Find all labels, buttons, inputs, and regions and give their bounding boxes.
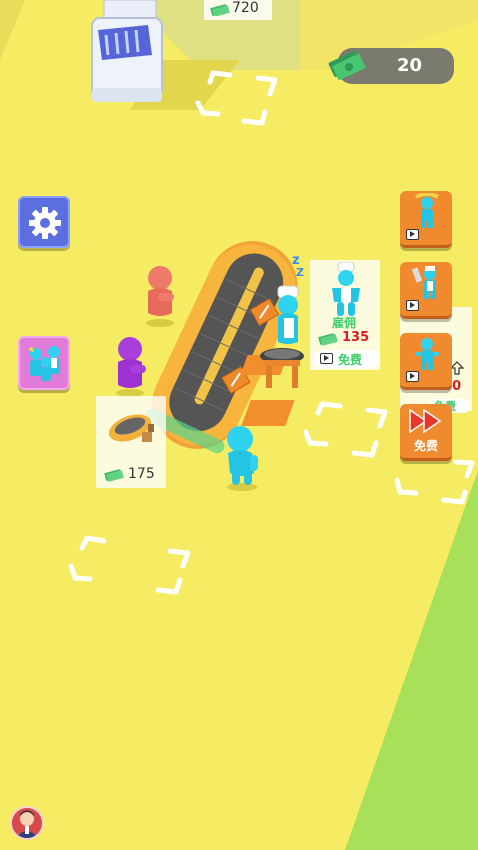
hire-free-button[interactable]: 免费 <box>314 350 380 368</box>
player-character <box>227 426 258 491</box>
conveyor-preview-icon <box>108 414 154 442</box>
hire-label: 雇佣 <box>332 316 357 330</box>
customer-red <box>146 266 174 327</box>
chef-station: z Z <box>260 253 304 388</box>
hire-waiter-button[interactable] <box>400 333 452 390</box>
video-ad-icon <box>320 353 333 364</box>
chef-icon <box>332 262 360 316</box>
cash-icon <box>210 4 230 16</box>
settings-button[interactable] <box>18 196 70 248</box>
user-avatar-icon <box>16 810 38 838</box>
speed-up-button[interactable]: 免费 <box>400 404 452 461</box>
customer-purple <box>116 337 146 397</box>
cash-amount: 20 <box>396 55 422 76</box>
hire-cook-button[interactable] <box>400 262 452 319</box>
hire-free-label: 免费 <box>338 353 363 367</box>
speed-up-label: 免费 <box>414 439 439 453</box>
team-button[interactable] <box>18 336 70 390</box>
cash-icon <box>318 333 338 346</box>
worker-icon <box>415 193 439 228</box>
machine-price: 720 <box>232 0 259 16</box>
build-station-price: 175 <box>128 466 155 482</box>
gear-icon <box>29 207 61 239</box>
cash-icon <box>328 51 366 80</box>
svg-text:Z: Z <box>296 266 304 279</box>
arrow-up-icon <box>450 361 464 375</box>
fast-forward-icon <box>409 408 442 434</box>
cash-icon <box>104 469 124 482</box>
video-ad-icon <box>406 371 419 382</box>
hire-worker-card[interactable]: 雇佣 135 免费 <box>310 260 380 370</box>
video-ad-icon <box>406 300 419 311</box>
machine-price-tag: 720 <box>204 0 272 20</box>
build-station-card[interactable]: 175 <box>96 396 166 488</box>
team-icon <box>28 346 60 381</box>
video-ad-icon <box>406 229 419 240</box>
waiter-icon <box>415 338 439 370</box>
hire-price: 135 <box>342 330 370 345</box>
machine-station[interactable] <box>88 0 178 110</box>
cook-icon <box>411 266 436 299</box>
hire-cleaner-button[interactable] <box>400 191 452 248</box>
avatar[interactable] <box>10 806 44 840</box>
